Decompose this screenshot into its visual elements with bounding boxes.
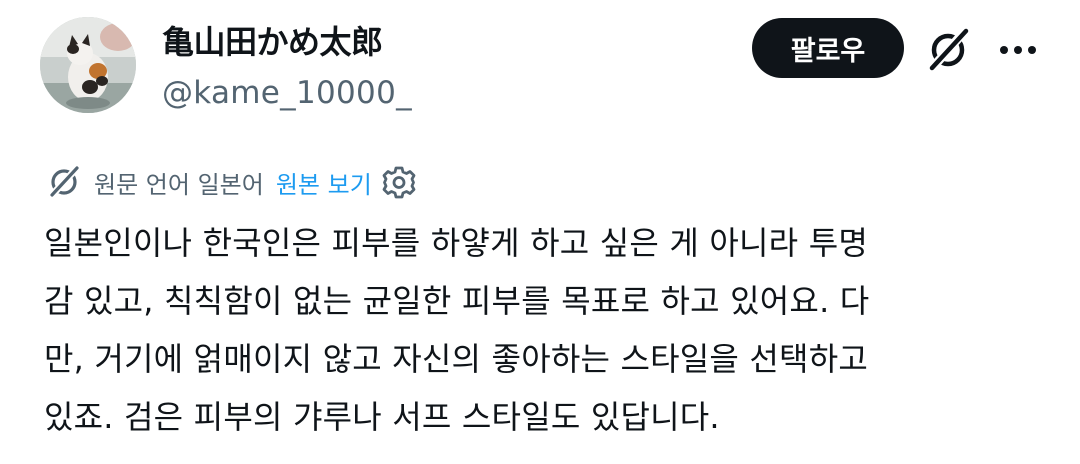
follow-button[interactable]: 팔로우 <box>752 18 904 78</box>
author-display-name[interactable]: 亀山田かめ太郎 <box>162 20 383 64</box>
view-original-link[interactable]: 원본 보기 <box>276 165 372 200</box>
tweet-header: 亀山田かめ太郎 @kame_10000_ 팔로우 <box>0 0 1080 150</box>
grok-translate-icon <box>50 166 79 197</box>
grok-icon[interactable] <box>924 26 972 74</box>
source-language-label: 원문 언어 일본어 <box>94 170 264 199</box>
gear-icon[interactable] <box>382 165 416 199</box>
author-handle[interactable]: @kame_10000_ <box>162 72 412 114</box>
tweet-text-line: 감 있고, 칙칙함이 없는 균일한 피부를 목표로 하고 있어요. 다 <box>44 282 870 320</box>
tweet-text-line: 있죠. 검은 피부의 갸루나 서프 스타일도 있답니다. <box>44 398 720 436</box>
translation-info-row: 원문 언어 일본어 원본 보기 <box>46 160 416 204</box>
avatar[interactable] <box>40 17 136 113</box>
tweet-text-line: 만, 거기에 얽매이지 않고 자신의 좋아하는 스타일을 선택하고 <box>44 340 868 378</box>
tweet-body-text: 일본인이나 한국인은 피부를 하얗게 하고 싶은 게 아니라 투명 감 있고, … <box>44 214 1044 446</box>
cat-avatar-image <box>40 17 136 113</box>
tweet-text-line: 일본인이나 한국인은 피부를 하얗게 하고 싶은 게 아니라 투명 <box>44 224 868 262</box>
more-options-icon[interactable] <box>994 26 1042 74</box>
